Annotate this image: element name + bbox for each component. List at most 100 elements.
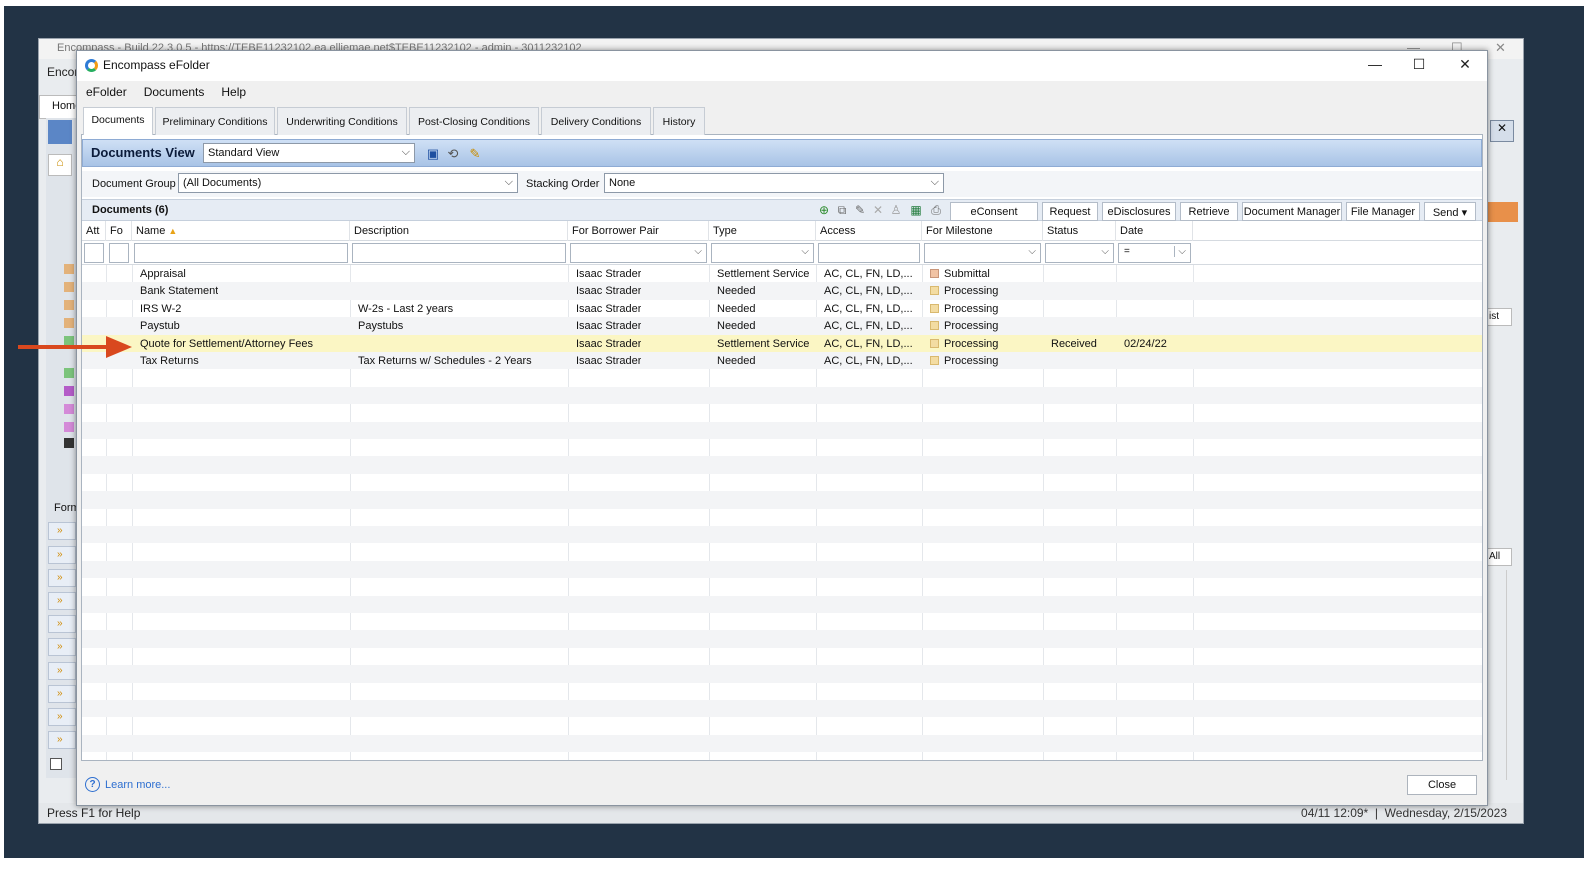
column-header-att[interactable]: Att xyxy=(82,221,106,241)
tab-post-closing-conditions[interactable]: Post-Closing Conditions xyxy=(409,107,539,135)
background-form-item[interactable]: » xyxy=(48,592,76,610)
document-manager-button[interactable]: Document Manager xyxy=(1242,202,1342,221)
background-all-button[interactable]: All xyxy=(1486,548,1512,566)
retrieve-button[interactable]: Retrieve xyxy=(1180,202,1238,221)
manage-views-icon[interactable]: ✎ xyxy=(467,146,483,162)
table-row[interactable] xyxy=(82,421,1482,439)
save-view-icon[interactable]: ▣ xyxy=(425,146,441,162)
table-row[interactable] xyxy=(82,595,1482,613)
tab-underwriting-conditions[interactable]: Underwriting Conditions xyxy=(277,107,407,135)
document-group-select[interactable]: (All Documents) ⌵ xyxy=(178,173,518,193)
table-row[interactable] xyxy=(82,630,1482,648)
filter-borrower-pair[interactable]: ⌵ xyxy=(570,243,707,263)
background-form-item[interactable]: » xyxy=(48,685,76,703)
filter-att[interactable] xyxy=(84,243,104,263)
tab-documents[interactable]: Documents xyxy=(83,107,153,136)
table-row[interactable]: Bank Statement Isaac Strader Needed AC, CL,… xyxy=(82,282,1482,300)
close-button[interactable]: Close xyxy=(1407,775,1477,795)
table-row[interactable] xyxy=(82,543,1482,560)
table-row[interactable] xyxy=(82,683,1482,700)
background-home-tab[interactable]: Home xyxy=(39,95,81,119)
background-form-item[interactable]: » xyxy=(48,731,76,749)
assign-user-icon[interactable]: ♙ xyxy=(888,202,904,218)
tab-delivery-conditions[interactable]: Delivery Conditions xyxy=(541,107,651,135)
filter-name[interactable] xyxy=(134,243,348,263)
edisclosures-button[interactable]: eDisclosures xyxy=(1102,202,1176,221)
table-row[interactable] xyxy=(82,456,1482,474)
background-scrollbar[interactable] xyxy=(1506,570,1518,780)
table-row[interactable] xyxy=(82,700,1482,718)
background-menu[interactable]: Encor xyxy=(39,59,79,85)
background-home-icon[interactable]: ⌂ xyxy=(48,154,72,176)
filter-type[interactable]: ⌵ xyxy=(711,243,814,263)
econsent-button[interactable]: eConsent xyxy=(950,202,1038,221)
background-checkbox[interactable] xyxy=(50,758,62,770)
background-list-button[interactable]: ist xyxy=(1486,308,1512,326)
help-icon[interactable]: ? xyxy=(85,777,100,792)
filter-description[interactable] xyxy=(352,243,566,263)
background-form-item[interactable]: » xyxy=(48,522,76,540)
menu-efolder[interactable]: eFolder xyxy=(77,81,135,99)
file-manager-button[interactable]: File Manager xyxy=(1346,202,1420,221)
table-row[interactable] xyxy=(82,386,1482,405)
tab-history[interactable]: History xyxy=(653,107,705,135)
column-header-borrower-pair[interactable]: For Borrower Pair xyxy=(568,221,709,241)
table-row[interactable] xyxy=(82,509,1482,526)
export-excel-icon[interactable]: ▦ xyxy=(908,202,924,218)
filter-milestone[interactable]: ⌵ xyxy=(924,243,1041,263)
column-header-description[interactable]: Description xyxy=(350,221,568,241)
table-row[interactable] xyxy=(82,439,1482,456)
background-form-item[interactable]: » xyxy=(48,638,76,656)
table-row[interactable]: Quote for Settlement/Attorney Fees Isaac … xyxy=(82,334,1482,352)
delete-document-icon[interactable]: ✕ xyxy=(870,202,886,218)
table-row[interactable] xyxy=(82,491,1482,509)
table-row[interactable] xyxy=(82,717,1482,734)
table-row[interactable] xyxy=(82,474,1482,491)
background-form-item[interactable]: » xyxy=(48,708,76,726)
column-header-status[interactable]: Status xyxy=(1043,221,1116,241)
background-form-item[interactable]: » xyxy=(48,615,76,633)
column-header-date[interactable]: Date xyxy=(1116,221,1193,241)
table-row[interactable] xyxy=(82,648,1482,665)
table-row[interactable] xyxy=(82,404,1482,421)
column-header-milestone[interactable]: For Milestone xyxy=(922,221,1043,241)
background-form-item[interactable]: » xyxy=(48,546,76,564)
column-header-access[interactable]: Access xyxy=(816,221,922,241)
filter-status[interactable]: ⌵ xyxy=(1045,243,1114,263)
edit-document-icon[interactable]: ✎ xyxy=(852,202,868,218)
background-form-item[interactable]: » xyxy=(48,569,76,587)
filter-fo[interactable] xyxy=(109,243,129,263)
column-header-name[interactable]: Name ▲ xyxy=(132,221,350,241)
add-document-icon[interactable]: ⊕ xyxy=(816,202,832,218)
table-row[interactable] xyxy=(82,734,1482,753)
send-button[interactable]: Send ▾ xyxy=(1424,202,1476,221)
table-row[interactable] xyxy=(82,613,1482,630)
view-select[interactable]: Standard View ⌵ xyxy=(203,143,415,163)
table-row[interactable] xyxy=(82,665,1482,683)
filter-access[interactable] xyxy=(818,243,920,263)
table-row[interactable] xyxy=(82,578,1482,595)
table-row[interactable]: IRS W-2 W-2s - Last 2 years Isaac Strader N… xyxy=(82,300,1482,317)
reset-view-icon[interactable]: ⟲ xyxy=(445,146,461,162)
column-header-type[interactable]: Type xyxy=(709,221,816,241)
filter-date[interactable]: = ⌵ xyxy=(1118,243,1191,263)
table-row[interactable] xyxy=(82,369,1482,386)
table-row[interactable]: Tax Returns Tax Returns w/ Schedules - 2 … xyxy=(82,352,1482,370)
maximize-icon[interactable]: ☐ xyxy=(1409,56,1429,73)
learn-more-link[interactable]: Learn more... xyxy=(105,779,170,791)
close-icon[interactable]: ✕ xyxy=(1455,56,1475,73)
minimize-icon[interactable]: — xyxy=(1365,56,1385,72)
menu-documents[interactable]: Documents xyxy=(135,81,213,99)
table-row[interactable]: Paystub Paystubs Isaac Strader Needed AC, CL… xyxy=(82,317,1482,335)
table-row[interactable] xyxy=(82,560,1482,579)
background-form-item[interactable]: » xyxy=(48,662,76,680)
request-button[interactable]: Request xyxy=(1042,202,1098,221)
background-close-panel-icon[interactable]: ✕ xyxy=(1490,120,1514,142)
stacking-order-select[interactable]: None ⌵ xyxy=(604,173,944,193)
print-icon[interactable]: ⎙ xyxy=(928,202,944,218)
background-close-icon[interactable]: ✕ xyxy=(1495,40,1506,56)
duplicate-document-icon[interactable]: ⧉ xyxy=(834,202,850,218)
table-row[interactable] xyxy=(82,526,1482,544)
menu-help[interactable]: Help xyxy=(212,81,254,99)
table-row[interactable]: Appraisal Isaac Strader Settlement Service… xyxy=(82,265,1482,282)
